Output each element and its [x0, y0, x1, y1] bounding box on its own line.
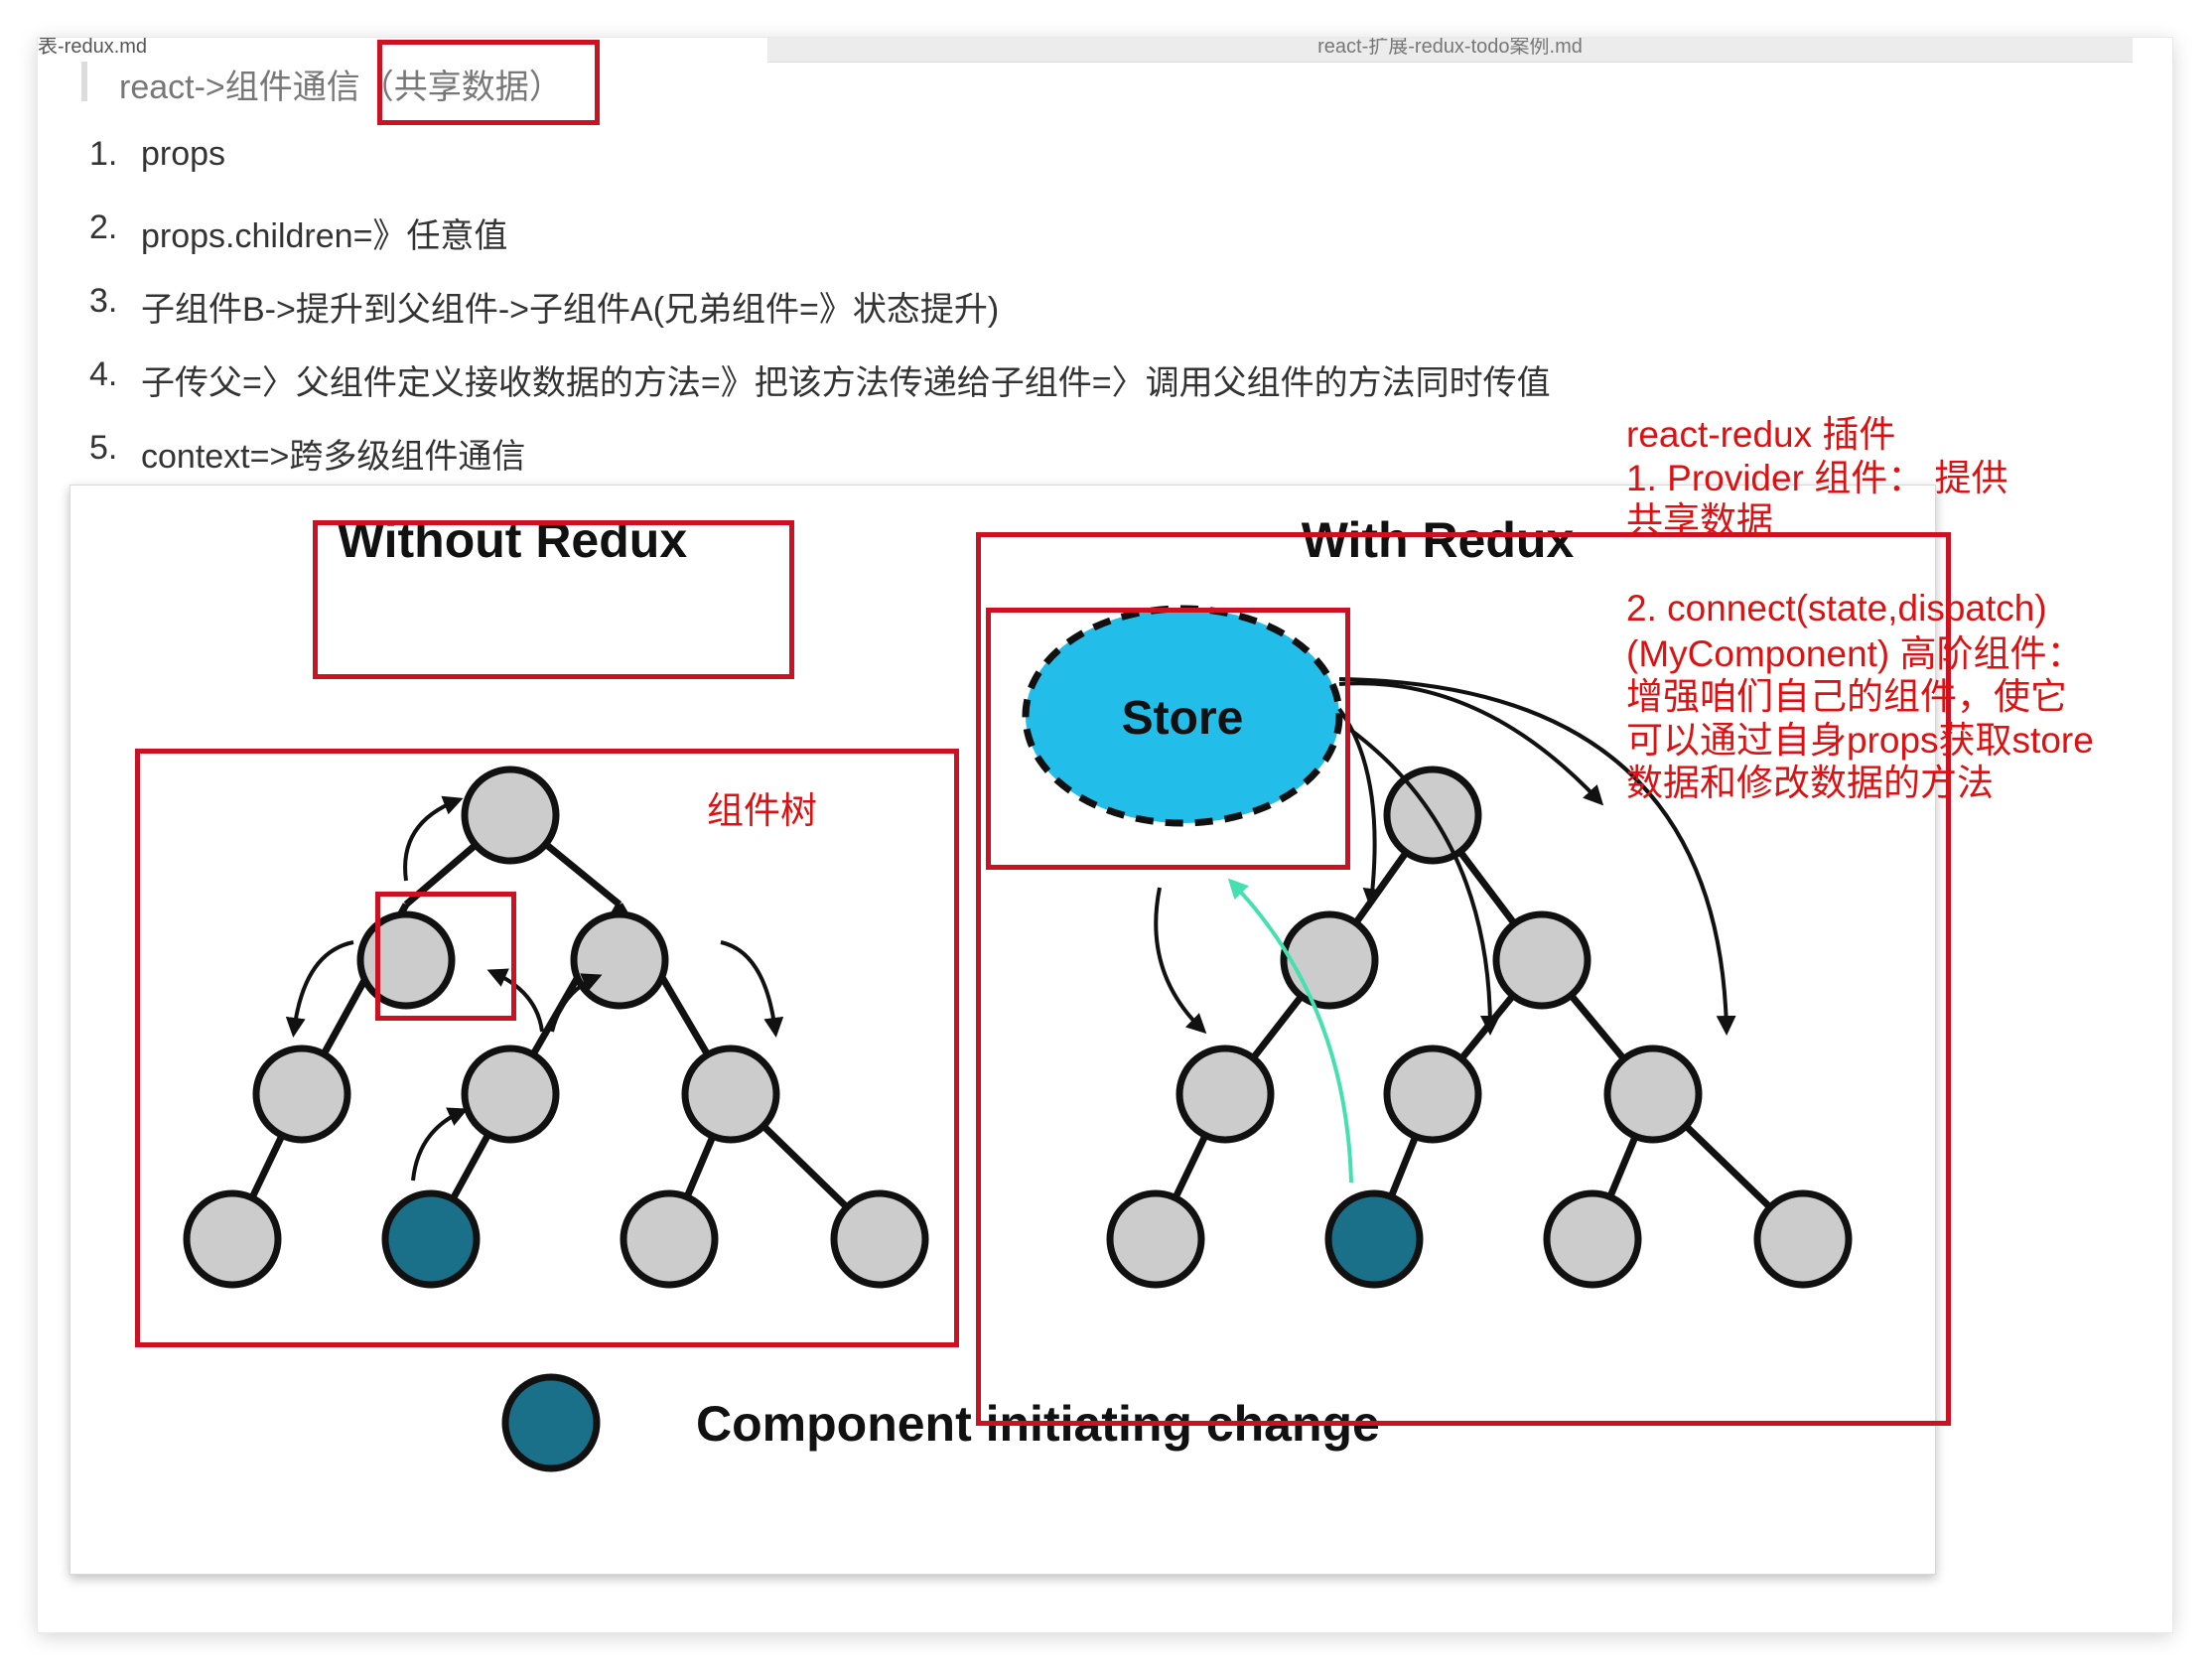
list-number: 4.	[89, 355, 118, 393]
note-line: 1. Provider 组件： 提供	[1626, 458, 2008, 498]
heading-highlight-box	[377, 40, 600, 125]
heading-prefix: react->组件通信	[119, 69, 360, 106]
list-number: 5.	[89, 429, 118, 467]
note-line: 数据和修改数据的方法	[1626, 763, 1994, 803]
component-tree-label: 组件树	[707, 790, 817, 831]
note-line: (MyComponent) 高阶组件：	[1626, 633, 2084, 674]
without-redux-highlight-box	[313, 520, 794, 679]
note-line: 可以通过自身props获取store	[1626, 720, 2094, 761]
list-text: props	[141, 135, 226, 173]
child-node-highlight-box	[375, 892, 516, 1021]
component-tree-box	[135, 749, 959, 1347]
legend-node	[501, 1373, 601, 1472]
list-text: 子传父=〉父组件定义接收数据的方法=》把该方法传递给子组件=〉调用父组件的方法同…	[141, 364, 1551, 402]
note-line: react-redux 插件	[1626, 414, 1896, 455]
list-text: context=>跨多级组件通信	[141, 438, 526, 476]
list-text: 子组件B->提升到父组件->子组件A(兄弟组件=》状态提升)	[141, 291, 1000, 329]
note-line: 共享数据	[1626, 500, 1773, 541]
note-line: 增强咱们自己的组件，使它	[1626, 676, 2067, 717]
list-number: 2.	[89, 209, 118, 246]
store-highlight-box	[986, 608, 1350, 870]
list-text: props.children=》任意值	[141, 217, 508, 255]
list-number: 3.	[89, 282, 118, 320]
note-line: 2. connect(state,dispatch)	[1626, 588, 2047, 628]
list-number: 1.	[89, 135, 118, 173]
tab-redux-todo-md[interactable]: react-扩展-redux-todo案例.md	[767, 38, 2133, 63]
blockquote-bar	[81, 62, 87, 101]
